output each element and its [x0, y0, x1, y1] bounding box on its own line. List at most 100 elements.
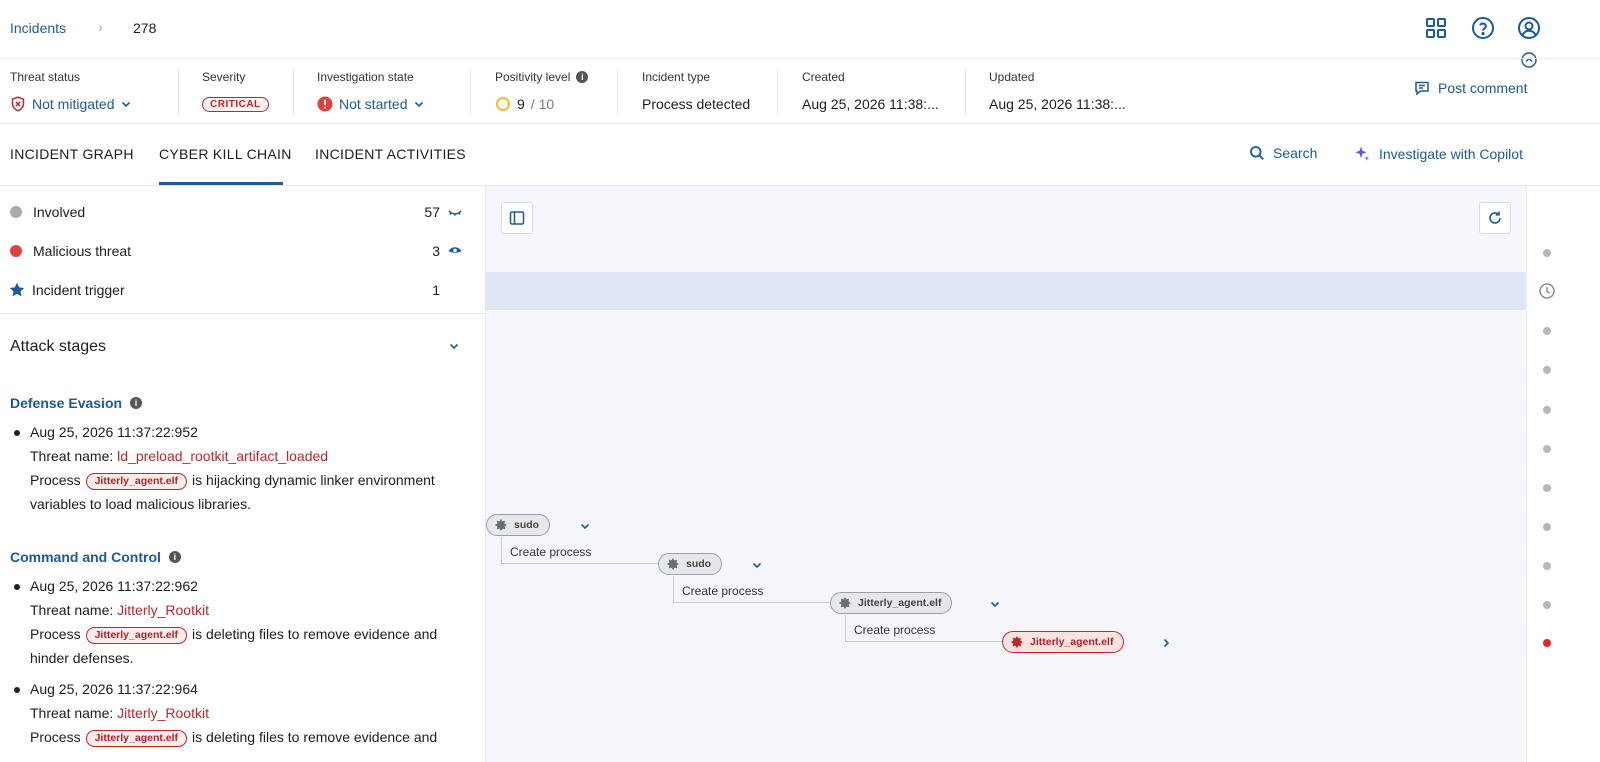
- tab-incident-activities[interactable]: INCIDENT ACTIVITIES: [315, 146, 466, 162]
- event-description: is deleting files to remove evidence and: [192, 626, 438, 642]
- threat-status-field: Threat status Not mitigated: [10, 69, 132, 115]
- severity-badge: CRITICAL: [202, 96, 269, 112]
- investigation-state-dropdown[interactable]: Not started: [317, 94, 425, 114]
- stage-event: Aug 25, 2026 11:37:22:962 Threat name: J…: [14, 574, 474, 670]
- gear-icon: [667, 558, 679, 570]
- process-pill[interactable]: Jitterly_agent.elf: [85, 730, 188, 747]
- gear-icon: [1011, 636, 1023, 648]
- updated-value: Aug 25, 2026 11:38:...: [989, 96, 1126, 112]
- help-icon[interactable]: [1471, 16, 1495, 40]
- alert-icon: [317, 96, 333, 112]
- event-description: hinder defenses.: [30, 650, 134, 666]
- severity-field: Severity CRITICAL: [202, 69, 269, 115]
- stage-event: Aug 25, 2026 11:37:22:964 Threat name: J…: [14, 677, 474, 762]
- positivity-level-value: 9: [517, 96, 525, 112]
- attack-stages-title: Attack stages: [10, 338, 107, 355]
- updated-label: Updated: [989, 70, 1035, 84]
- user-icon[interactable]: [1517, 16, 1541, 40]
- refresh-graph-button[interactable]: [1479, 202, 1511, 234]
- node-label: Jitterly_agent.elf: [858, 597, 942, 609]
- eye-closed-icon[interactable]: [447, 204, 463, 220]
- event-description: is deleting files to remove evidence and: [192, 729, 438, 745]
- legend-incident-trigger: Incident trigger 1: [9, 280, 465, 300]
- process-label: Process: [30, 472, 81, 488]
- investigate-with-copilot-button[interactable]: Investigate with Copilot: [1353, 145, 1523, 163]
- threat-status-dropdown[interactable]: Not mitigated: [10, 94, 132, 114]
- threat-name-link[interactable]: Jitterly_Rootkit: [117, 705, 209, 721]
- timeline-marker[interactable]: [1543, 601, 1551, 609]
- timeline-highlight-band: [486, 272, 1526, 310]
- info-icon[interactable]: i: [130, 397, 143, 409]
- graph-node-malicious[interactable]: Jitterly_agent.elf: [1002, 631, 1125, 653]
- node-label: sudo: [514, 519, 540, 531]
- clock-icon[interactable]: [1538, 282, 1556, 300]
- search-button[interactable]: Search: [1249, 145, 1317, 161]
- legend-label: Incident trigger: [32, 282, 125, 298]
- created-label: Created: [802, 70, 845, 84]
- info-icon[interactable]: i: [168, 551, 181, 563]
- eye-icon[interactable]: [447, 243, 463, 259]
- incident-type-label: Incident type: [642, 70, 711, 84]
- comment-icon: [1415, 81, 1429, 96]
- timeline-marker[interactable]: [1543, 249, 1551, 257]
- post-comment-button[interactable]: Post comment: [1414, 80, 1527, 96]
- edge-label: Create process: [682, 584, 764, 598]
- investigation-state-field: Investigation state Not started: [317, 69, 425, 115]
- threat-name-link[interactable]: Jitterly_Rootkit: [117, 602, 209, 618]
- gear-icon: [839, 597, 851, 609]
- star-icon: [9, 282, 25, 297]
- process-pill[interactable]: Jitterly_agent.elf: [85, 627, 188, 644]
- node-label: Jitterly_agent.elf: [1030, 636, 1114, 648]
- legend-count: 3: [432, 243, 440, 259]
- graph-node[interactable]: sudo: [658, 553, 723, 575]
- timeline-marker[interactable]: [1543, 327, 1551, 335]
- threat-name-link[interactable]: ld_preload_rootkit_artifact_loaded: [117, 448, 328, 464]
- legend-label: Involved: [33, 204, 86, 220]
- timeline-marker[interactable]: [1543, 562, 1551, 570]
- breadcrumb-incidents-link[interactable]: Incidents: [10, 20, 66, 36]
- info-icon[interactable]: i: [576, 71, 589, 83]
- gear-icon: [495, 519, 507, 531]
- timeline-marker-malicious[interactable]: [1543, 639, 1551, 647]
- search-label: Search: [1273, 145, 1318, 161]
- event-description: variables to load malicious libraries.: [30, 496, 251, 512]
- timeline-marker[interactable]: [1543, 445, 1551, 453]
- incident-status-row: Threat status Not mitigated Severity CRI…: [0, 58, 1600, 124]
- timeline-rail: [1526, 186, 1600, 762]
- investigation-state-value: Not started: [339, 96, 408, 112]
- tab-cyber-kill-chain[interactable]: CYBER KILL CHAIN: [159, 146, 292, 162]
- timeline-marker[interactable]: [1543, 406, 1551, 414]
- threat-status-label: Threat status: [10, 70, 81, 84]
- grid-icon[interactable]: [1424, 16, 1448, 40]
- incident-type-field: Incident type Process detected: [642, 69, 750, 115]
- legend-involved: Involved 57: [10, 202, 465, 222]
- chevron-down-icon[interactable]: [989, 598, 1001, 610]
- process-graph-canvas[interactable]: sudo Create process sudo Create process …: [486, 186, 1526, 762]
- chevron-down-icon[interactable]: [579, 520, 591, 532]
- positivity-ring-icon: [495, 96, 511, 112]
- edge-label: Create process: [854, 623, 936, 637]
- chevron-right-icon[interactable]: [1160, 637, 1172, 649]
- involved-dot: [10, 206, 22, 218]
- process-pill[interactable]: Jitterly_agent.elf: [85, 473, 188, 490]
- timeline-marker[interactable]: [1543, 523, 1551, 531]
- chevron-down-icon: [120, 98, 132, 110]
- sidebar-toggle-icon: [509, 211, 525, 225]
- legend-label: Malicious threat: [33, 243, 132, 259]
- timeline-marker[interactable]: [1543, 366, 1551, 374]
- event-description: is hijacking dynamic linker environment: [192, 472, 435, 488]
- graph-node[interactable]: sudo: [486, 514, 551, 536]
- toggle-panel-button[interactable]: [501, 202, 533, 234]
- severity-label: Severity: [202, 70, 246, 84]
- shield-x-icon: [11, 96, 25, 112]
- edge-label: Create process: [510, 545, 592, 559]
- post-comment-label: Post comment: [1438, 80, 1528, 96]
- chevron-down-icon[interactable]: [751, 559, 763, 571]
- timeline-marker[interactable]: [1543, 484, 1551, 492]
- chevron-down-icon[interactable]: [448, 340, 460, 352]
- malicious-dot: [10, 245, 22, 257]
- tab-incident-graph[interactable]: INCIDENT GRAPH: [10, 146, 134, 162]
- legend-malicious-threat: Malicious threat 3: [10, 241, 465, 261]
- positivity-level-label: Positivity level: [495, 70, 571, 84]
- graph-node[interactable]: Jitterly_agent.elf: [830, 592, 953, 614]
